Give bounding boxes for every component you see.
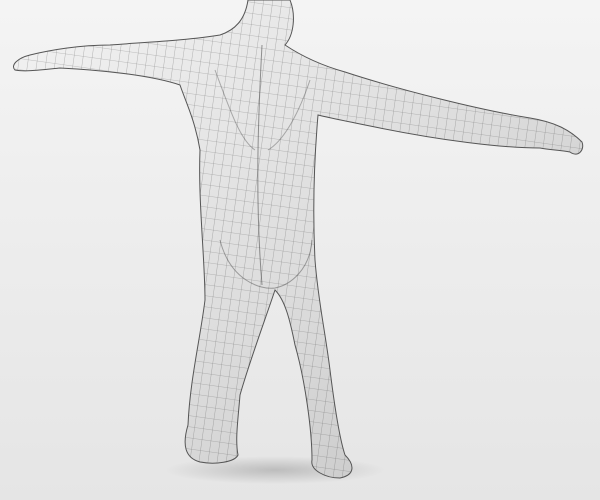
- render-viewport: [0, 0, 600, 500]
